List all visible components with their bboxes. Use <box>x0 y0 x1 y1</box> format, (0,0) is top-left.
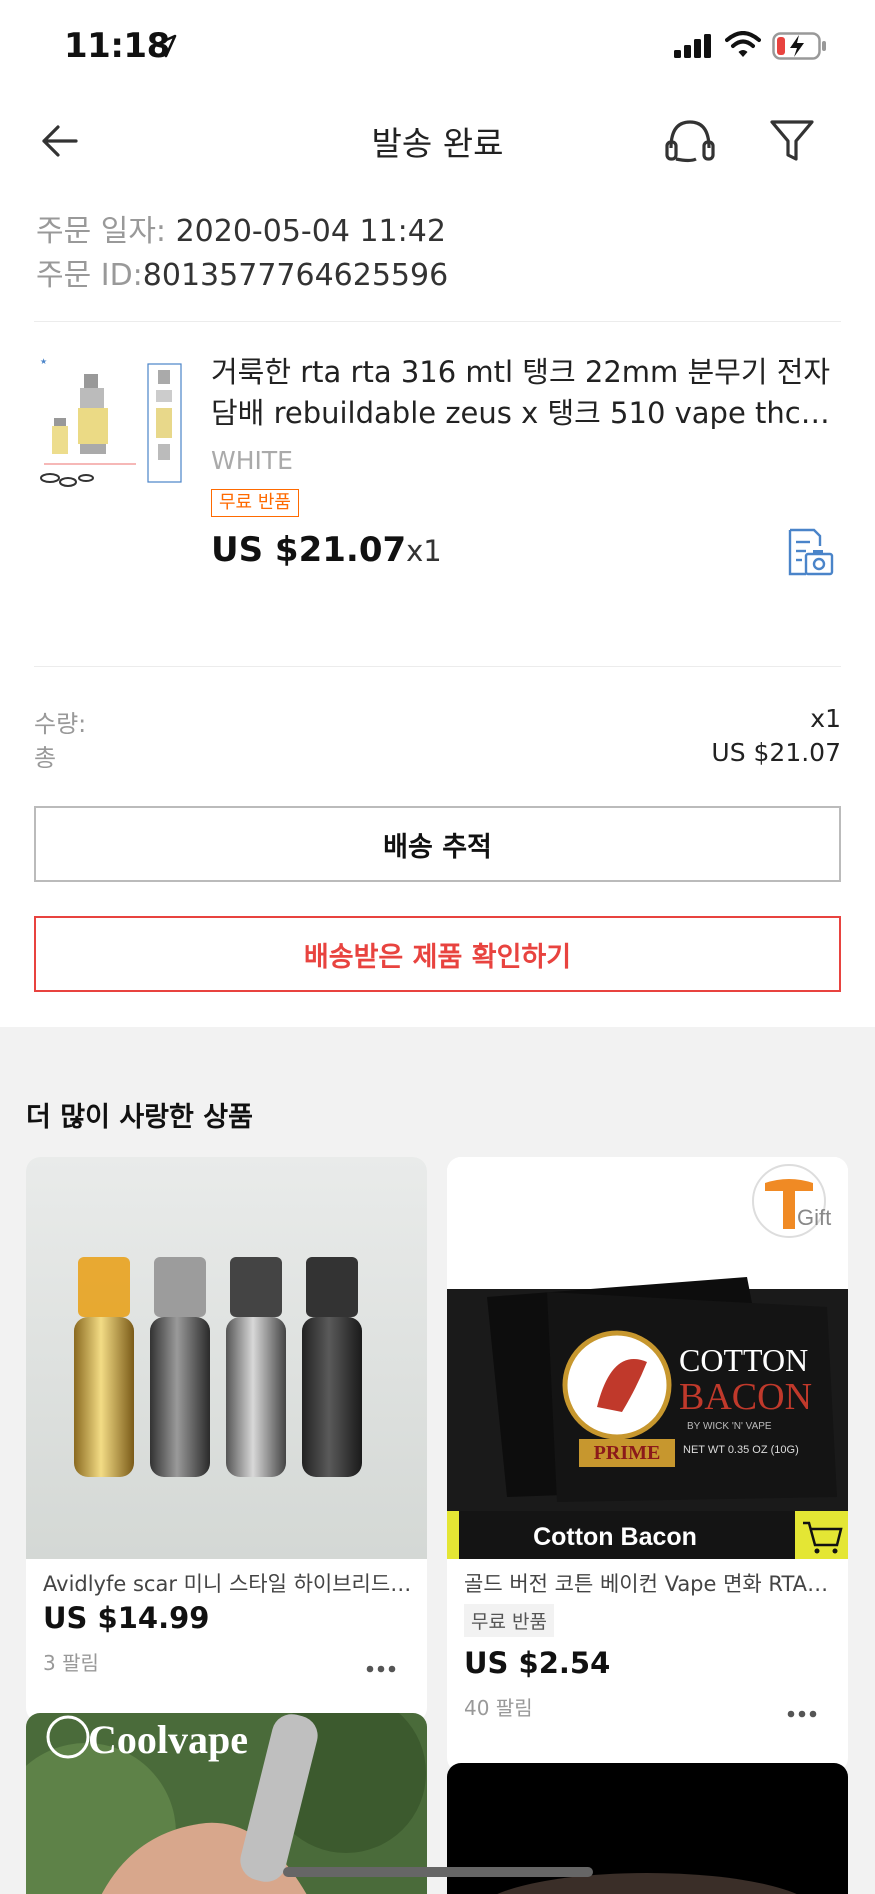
product-thumbnail[interactable]: ★ <box>36 352 184 502</box>
product-quantity: x1 <box>406 534 442 568</box>
product-price-row: US $21.07x1 <box>211 530 442 570</box>
total-summary-row: 총 US $21.07 <box>34 738 841 773</box>
product-card-sold-count: 3 팔림 <box>43 1651 99 1675</box>
quantity-summary-row: 수량: x1 <box>34 704 841 739</box>
battery-charging-icon <box>772 32 826 60</box>
order-date-value: 2020-05-04 11:42 <box>166 214 446 249</box>
product-card-image <box>26 1157 427 1559</box>
cellular-signal-icon <box>674 34 711 58</box>
order-date-label: 주문 일자: <box>36 214 167 249</box>
product-card-image: PRIME COTTON BACON BY WICK 'N' VAPE NET … <box>447 1157 848 1559</box>
product-card-title: Avidlyfe scar 미니 스타일 하이브리드 기계식 모드 <box>43 1572 413 1596</box>
track-shipment-button[interactable]: 배송 추적 <box>34 806 841 882</box>
image-brand-line1: COTTON <box>679 1342 808 1378</box>
product-variant: WHITE <box>211 446 293 475</box>
more-options-button[interactable] <box>361 1657 401 1681</box>
total-label: 총 <box>34 744 57 772</box>
filter-funnel-icon <box>770 120 814 161</box>
svg-text:★: ★ <box>40 357 47 366</box>
product-price: US $21.07 <box>211 530 407 570</box>
divider <box>34 321 841 322</box>
image-badge-text: PRIME <box>594 1442 661 1464</box>
product-card[interactable]: PRIME COTTON BACON BY WICK 'N' VAPE NET … <box>447 1157 848 1772</box>
product-card-sold-count: 40 팔림 <box>464 1696 533 1720</box>
confirm-receipt-button[interactable]: 배송받은 제품 확인하기 <box>34 916 841 992</box>
top-nav-bar: 발송 완료 <box>0 95 875 185</box>
home-indicator[interactable] <box>283 1867 593 1877</box>
more-dots-icon <box>787 1710 817 1718</box>
photo-review-button[interactable] <box>784 526 836 578</box>
document-camera-icon <box>788 528 834 576</box>
section-heading: 더 많이 사랑한 상품 <box>26 1102 253 1133</box>
free-return-badge: 무료 반품 <box>211 489 299 517</box>
order-id-value[interactable]: 8013577764625596 <box>143 258 448 293</box>
product-card[interactable]: Avidlyfe scar 미니 스타일 하이브리드 기계식 모드 US $14… <box>26 1157 427 1722</box>
free-return-badge: 무료 반품 <box>464 1604 554 1637</box>
order-info: 주문 일자: 2020-05-04 11:42 주문 ID:8013577764… <box>36 210 448 298</box>
order-id-row: 주문 ID:8013577764625596 <box>36 254 448 298</box>
order-id-label: 주문 ID: <box>36 258 143 293</box>
divider <box>34 666 841 667</box>
product-card-price: US $14.99 <box>43 1601 210 1635</box>
location-arrow-icon <box>153 34 177 58</box>
status-bar: 11:18 <box>0 0 875 95</box>
recommended-products-section: 더 많이 사랑한 상품 Avidlyfe scar 미니 스타일 하이브리드 기… <box>0 1027 875 1894</box>
image-by-text: BY WICK 'N' VAPE <box>687 1421 772 1432</box>
order-date-row: 주문 일자: 2020-05-04 11:42 <box>36 210 448 254</box>
page-title: 발송 완료 <box>371 124 504 163</box>
product-title[interactable]: 거룩한 rta rta 316 mtl 탱크 22mm 분무기 전자 담배 re… <box>211 352 841 434</box>
image-brand-line2: BACON <box>679 1376 812 1418</box>
image-banner-text: Cotton Bacon <box>533 1523 697 1551</box>
filter-button[interactable] <box>760 109 824 173</box>
headset-icon <box>665 120 715 163</box>
product-image: ★ <box>36 352 184 502</box>
image-watermark-text: Coolvape <box>88 1717 248 1762</box>
quantity-value: x1 <box>810 704 841 733</box>
gift-badge-text: Gift <box>797 1205 831 1230</box>
product-card-title: 골드 버전 코튼 베이컨 Vape 면화 RTA RDA <box>464 1572 834 1596</box>
total-value: US $21.07 <box>711 738 841 767</box>
more-options-button[interactable] <box>782 1702 822 1726</box>
image-net-weight: NET WT 0.35 OZ (10G) <box>683 1444 799 1456</box>
quantity-label: 수량: <box>34 710 87 738</box>
customer-support-button[interactable] <box>658 109 722 173</box>
product-card-price: US $2.54 <box>464 1646 611 1680</box>
more-dots-icon <box>366 1665 396 1673</box>
wifi-icon <box>725 31 761 57</box>
